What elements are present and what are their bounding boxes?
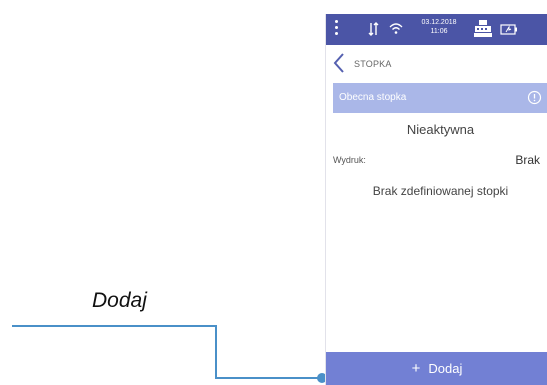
status-date-time: 03.12.2018 11:06 — [416, 18, 462, 36]
cash-register-icon — [474, 20, 492, 37]
screen-title: STOPKA — [354, 59, 392, 69]
wifi-icon — [389, 23, 403, 34]
menu-dots-icon[interactable] — [335, 20, 339, 38]
add-button-label: Dodaj — [428, 361, 463, 376]
chevron-left-icon[interactable] — [332, 52, 346, 74]
callout-label: Dodaj — [92, 289, 147, 312]
device-screen: 03.12.2018 11:06 STOPKA Obecna stopka Ni… — [325, 14, 547, 385]
empty-footer-message: Brak zdefiniowanej stopki — [372, 184, 509, 198]
info-icon[interactable] — [527, 90, 542, 105]
print-label: Wydruk: — [333, 155, 366, 165]
data-transfer-icon — [368, 22, 379, 36]
section-header: Obecna stopka — [333, 83, 547, 113]
status-date: 03.12.2018 — [421, 19, 457, 26]
status-bar: 03.12.2018 11:06 — [326, 14, 547, 45]
footer-status: Nieaktywna — [406, 122, 475, 137]
plus-icon: + — [411, 360, 421, 377]
add-button[interactable]: + Dodaj — [326, 352, 547, 385]
title-bar: STOPKA — [326, 45, 547, 83]
section-header-label: Obecna stopka — [339, 92, 407, 103]
print-value: Brak — [515, 153, 540, 167]
status-time: 11:06 — [430, 28, 448, 35]
battery-icon — [500, 24, 517, 35]
